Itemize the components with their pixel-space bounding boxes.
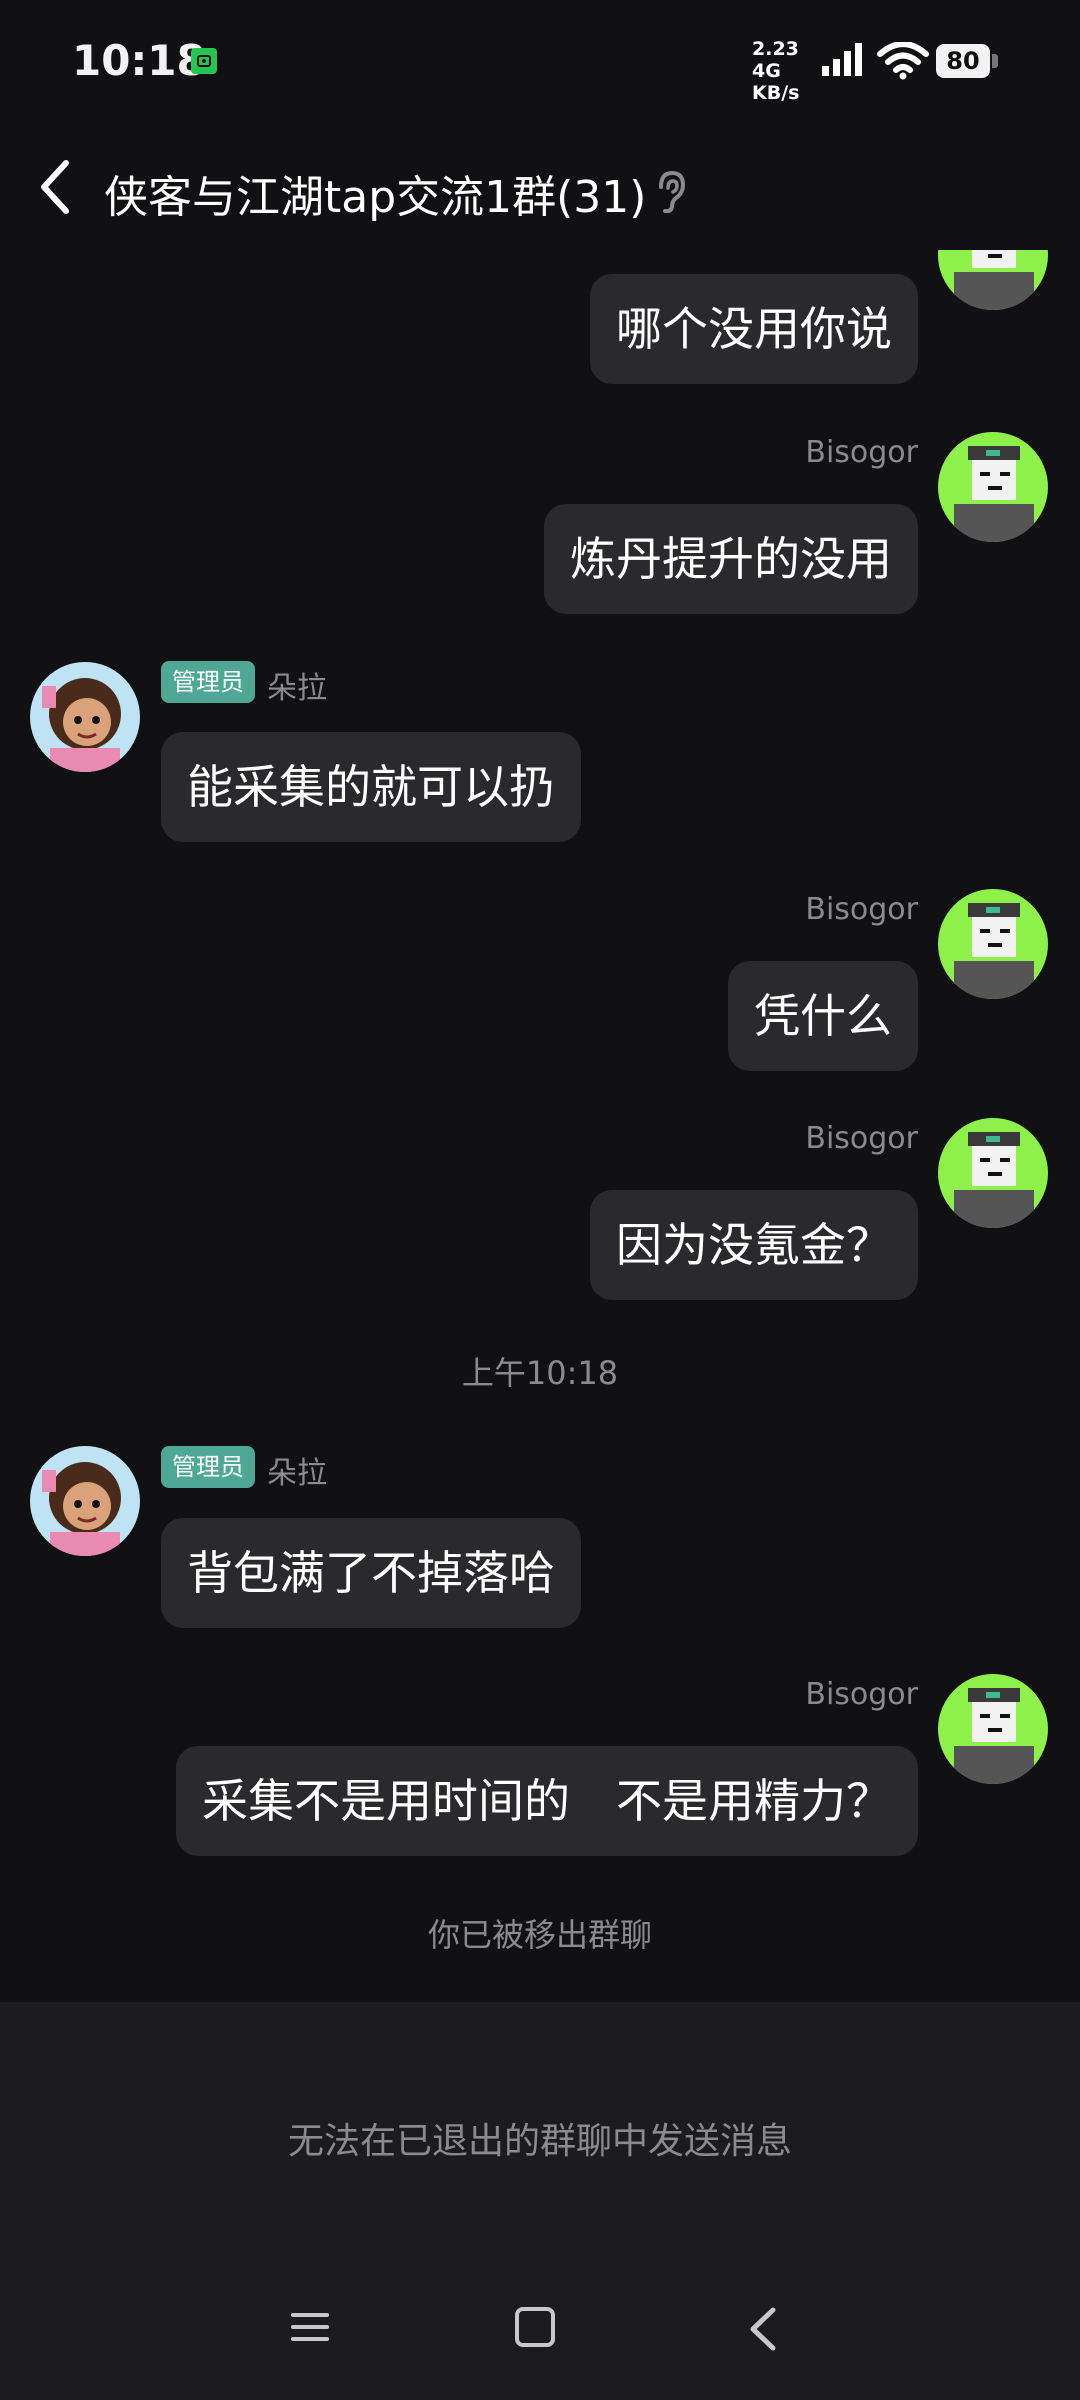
avatar[interactable]: [938, 889, 1048, 999]
message-bubble[interactable]: 因为没氪金？: [590, 1190, 918, 1300]
battery-icon: 80: [936, 44, 990, 78]
avatar[interactable]: [938, 432, 1048, 542]
back-nav-icon[interactable]: [745, 2306, 781, 2356]
status-bar: 10:18 2.23 4G KB/s 80: [0, 0, 1080, 125]
admin-badge: 管理员: [161, 1446, 255, 1488]
back-icon: [41, 160, 69, 214]
avatar[interactable]: [30, 662, 140, 772]
sender-name: Bisogor: [805, 1121, 918, 1156]
network-speed-value: 2.23 4G: [752, 38, 799, 82]
disabled-input-message: 无法在已退出的群聊中发送消息: [287, 2121, 792, 2162]
back-button[interactable]: [36, 157, 76, 217]
message-bubble[interactable]: 背包满了不掉落哈: [161, 1518, 581, 1628]
message-text: 凭什么: [754, 989, 892, 1043]
chat-header: 侠客与江湖tap交流1群(31): [0, 135, 1080, 250]
admin-badge: 管理员: [161, 661, 255, 703]
message-bubble[interactable]: 炼丹提升的没用: [544, 504, 918, 614]
message-text: 因为没氪金？: [616, 1218, 892, 1272]
navigation-bar: [0, 2280, 1080, 2380]
app-notification-icon: [191, 48, 217, 74]
status-time: 10:18: [72, 36, 206, 85]
avatar[interactable]: [938, 250, 1048, 310]
removed-from-group-notice: 你已被移出群聊: [427, 1916, 652, 1954]
message-bubble[interactable]: 采集不是用时间的 不是用精力？: [176, 1746, 918, 1856]
sender-name: 朵拉: [267, 671, 327, 706]
timestamp: 上午10:18: [461, 1354, 619, 1392]
wifi-icon: [877, 41, 929, 84]
menu-icon[interactable]: [289, 2306, 331, 2352]
message-text: 能采集的就可以扔: [187, 760, 555, 814]
sender-name: Bisogor: [805, 892, 918, 927]
network-speed-unit: KB/s: [752, 82, 800, 104]
avatar[interactable]: [30, 1446, 140, 1556]
battery-cap: [992, 54, 998, 68]
chat-area[interactable]: 哪个没用你说 Bisogor 炼丹提升的没用 管理员 朵拉 能采集的就可以扔 B…: [0, 250, 1080, 2000]
sender-name: Bisogor: [805, 435, 918, 470]
avatar[interactable]: [938, 1674, 1048, 1784]
sender-name: 朵拉: [267, 1456, 327, 1491]
message-bubble[interactable]: 哪个没用你说: [590, 274, 918, 384]
message-bubble[interactable]: 凭什么: [728, 961, 918, 1071]
ear-icon[interactable]: [654, 169, 688, 219]
group-title[interactable]: 侠客与江湖tap交流1群(31): [104, 161, 646, 225]
network-speed: 2.23 4G KB/s: [752, 38, 822, 104]
avatar[interactable]: [938, 1118, 1048, 1228]
sender-name: Bisogor: [805, 1677, 918, 1712]
message-bubble[interactable]: 能采集的就可以扔: [161, 732, 581, 842]
signal-icon: [820, 42, 866, 82]
message-text: 背包满了不掉落哈: [187, 1546, 555, 1600]
home-icon[interactable]: [514, 2306, 556, 2352]
message-text: 采集不是用时间的 不是用精力？: [202, 1774, 892, 1828]
message-text: 炼丹提升的没用: [570, 532, 892, 586]
message-text: 哪个没用你说: [616, 302, 892, 356]
